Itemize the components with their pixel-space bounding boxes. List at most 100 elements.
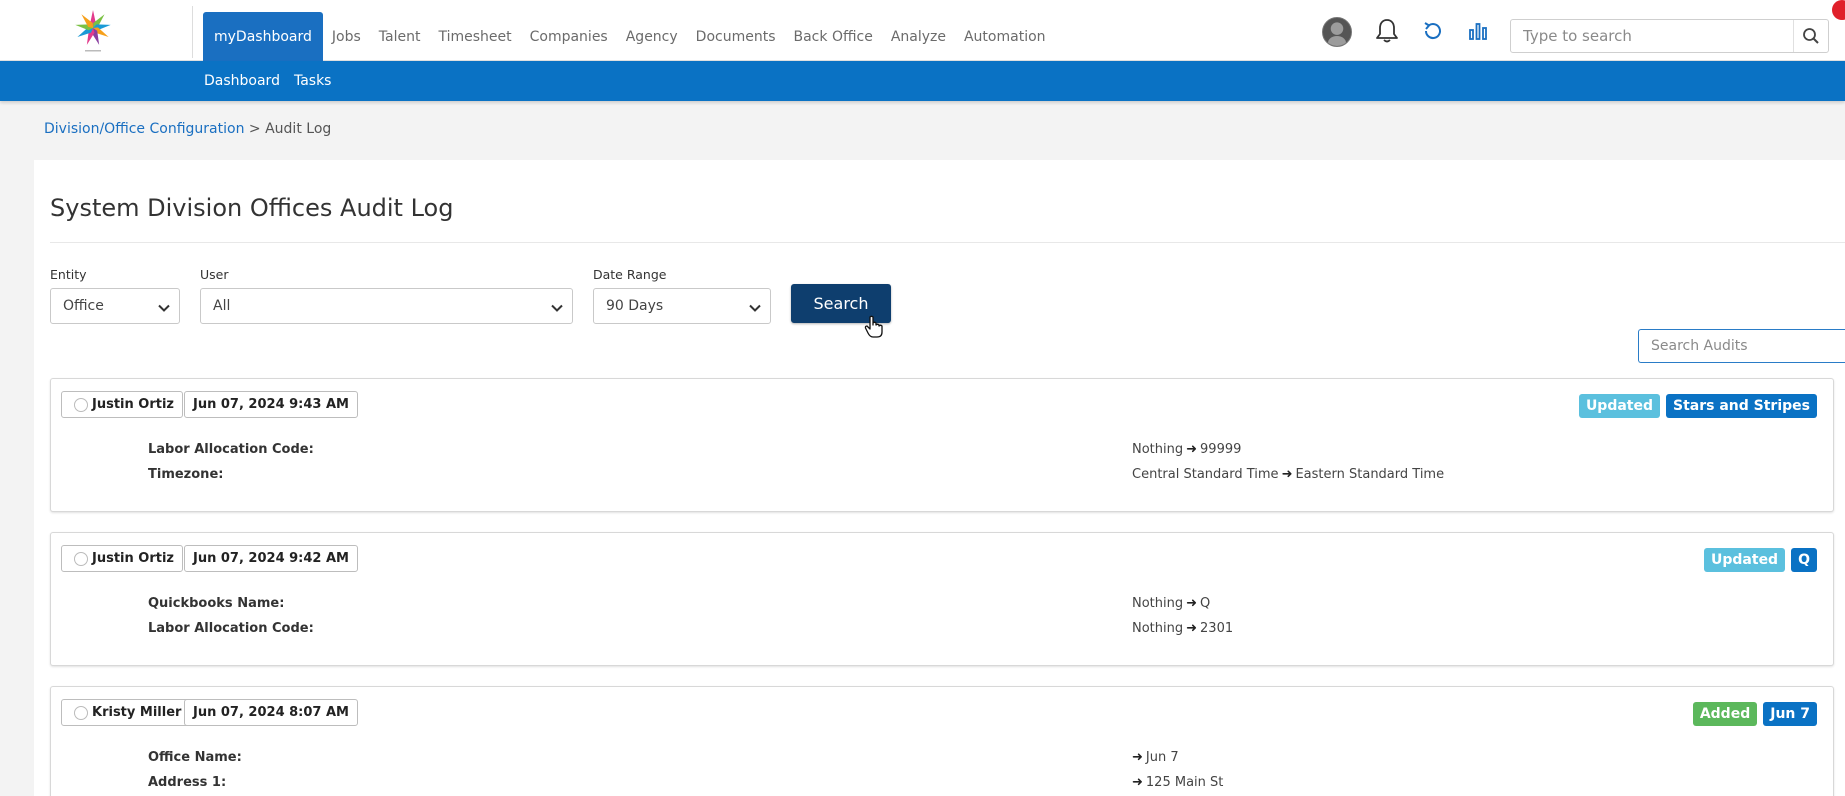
date-range-filter-label: Date Range [593,267,667,282]
change-from: Nothing [1132,596,1184,611]
user-select[interactable]: All [200,288,573,324]
nav-item-mydashboard[interactable]: myDashboard [203,12,323,61]
audit-badges: Updated Stars and Stripes [1578,394,1817,418]
nav-item-documents[interactable]: Documents [687,12,785,61]
arrow-right-icon: ➜ [1132,750,1143,765]
search-divider [1793,20,1794,52]
arrow-right-icon: ➜ [1186,596,1198,611]
audit-entry: Justin Ortiz Jun 07, 2024 9:42 AM Update… [50,532,1834,666]
subnav-item-tasks[interactable]: Tasks [294,73,332,89]
change-to: 99999 [1200,442,1242,457]
arrow-right-icon: ➜ [1186,621,1198,636]
audit-user-name: Justin Ortiz [92,551,174,566]
logo-divider [192,6,193,58]
entity-select-value: Office [63,298,104,314]
entity-filter-label: Entity [50,267,87,282]
change-to: 125 Main St [1145,775,1224,790]
audit-timestamp: Jun 07, 2024 9:42 AM [184,545,358,572]
nav-item-companies[interactable]: Companies [521,12,617,61]
nav-item-analyze[interactable]: Analyze [882,12,955,61]
arrow-right-icon: ➜ [1132,775,1143,790]
change-from: Nothing [1132,442,1184,457]
nav-item-timesheet[interactable]: Timesheet [429,12,520,61]
user-filter-label: User [200,267,229,282]
user-avatar[interactable] [1322,17,1352,47]
main-nav: myDashboard Jobs Talent Timesheet Compan… [203,12,1055,61]
audit-user-chip[interactable]: Justin Ortiz [61,545,183,572]
change-value: Nothing ➜ 2301 [1132,621,1233,636]
change-field-label: Labor Allocation Code: [148,621,314,636]
title-divider [50,242,1845,243]
hand-cursor-icon [864,315,884,343]
breadcrumb-separator: > [244,121,266,137]
entity-badge: Jun 7 [1763,702,1817,726]
change-value: Nothing ➜ 99999 [1132,442,1241,457]
refresh-icon[interactable] [1419,17,1447,45]
change-field-label: Timezone: [148,467,224,482]
global-search-input[interactable] [1511,20,1781,52]
global-search [1510,19,1829,53]
chevron-down-icon [158,301,170,317]
entity-badge: Q [1791,548,1817,572]
sub-nav: Dashboard Tasks [204,61,331,101]
audit-timestamp: Jun 07, 2024 9:43 AM [184,391,358,418]
audit-entry: Kristy Miller Jun 07, 2024 8:07 AM Added… [50,686,1834,796]
date-range-select-value: 90 Days [606,298,664,314]
audit-log-panel: System Division Offices Audit Log Entity… [34,160,1845,796]
audit-badges: Added Jun 7 [1692,702,1817,726]
action-badge: Updated [1578,394,1661,418]
user-avatar-icon [74,398,88,412]
change-value: Nothing ➜ Q [1132,596,1210,611]
date-range-select[interactable]: 90 Days [593,288,771,324]
nav-item-agency[interactable]: Agency [617,12,687,61]
user-avatar-icon [74,706,88,720]
audit-timestamp: Jun 07, 2024 8:07 AM [184,699,358,726]
change-field-label: Office Name: [148,750,242,765]
user-avatar-icon [74,552,88,566]
nav-item-jobs[interactable]: Jobs [323,12,370,61]
bell-icon[interactable] [1373,17,1401,45]
change-value: Central Standard Time ➜ Eastern Standard T… [1132,467,1444,482]
arrow-right-icon: ➜ [1281,467,1293,482]
change-value: ➜ Jun 7 [1132,750,1179,765]
change-value: ➜ 125 Main St [1132,775,1223,790]
page-title: System Division Offices Audit Log [50,194,454,222]
change-from: Central Standard Time [1132,467,1279,482]
nav-item-talent[interactable]: Talent [370,12,430,61]
company-logo[interactable] [67,5,119,57]
audit-entry: Justin Ortiz Jun 07, 2024 9:43 AM Update… [50,378,1834,512]
change-to: Jun 7 [1145,750,1179,765]
search-icon[interactable] [1802,27,1820,49]
action-badge: Updated [1704,548,1786,572]
audit-search-input[interactable] [1639,330,1839,362]
change-field-label: Quickbooks Name: [148,596,285,611]
audit-user-chip[interactable]: Justin Ortiz [61,391,183,418]
audit-badges: Updated Q [1704,548,1817,572]
audit-user-name: Kristy Miller [92,705,182,720]
nav-item-automation[interactable]: Automation [955,12,1055,61]
user-select-value: All [213,298,231,314]
audit-user-name: Justin Ortiz [92,397,174,412]
change-to: Q [1200,596,1211,611]
arrow-right-icon: ➜ [1186,442,1198,457]
audit-search [1638,329,1845,363]
sub-navigation-bar: Dashboard Tasks [0,61,1845,101]
chevron-down-icon [551,301,563,317]
entity-select[interactable]: Office [50,288,180,324]
change-field-label: Address 1: [148,775,227,790]
notification-badge [1832,0,1845,20]
breadcrumb: Division/Office Configuration > Audit Lo… [44,121,331,137]
chevron-down-icon [749,301,761,317]
subnav-item-dashboard[interactable]: Dashboard [204,73,280,89]
entity-badge: Stars and Stripes [1666,394,1817,418]
change-from: Nothing [1132,621,1184,636]
breadcrumb-current: Audit Log [265,121,332,137]
top-navigation-bar: myDashboard Jobs Talent Timesheet Compan… [0,0,1845,61]
bar-chart-icon[interactable] [1464,17,1492,45]
nav-item-back-office[interactable]: Back Office [785,12,882,61]
audit-user-chip[interactable]: Kristy Miller [61,699,191,726]
change-field-label: Labor Allocation Code: [148,442,314,457]
change-to: 2301 [1200,621,1234,636]
breadcrumb-parent-link[interactable]: Division/Office Configuration [44,121,244,137]
change-to: Eastern Standard Time [1295,467,1445,482]
